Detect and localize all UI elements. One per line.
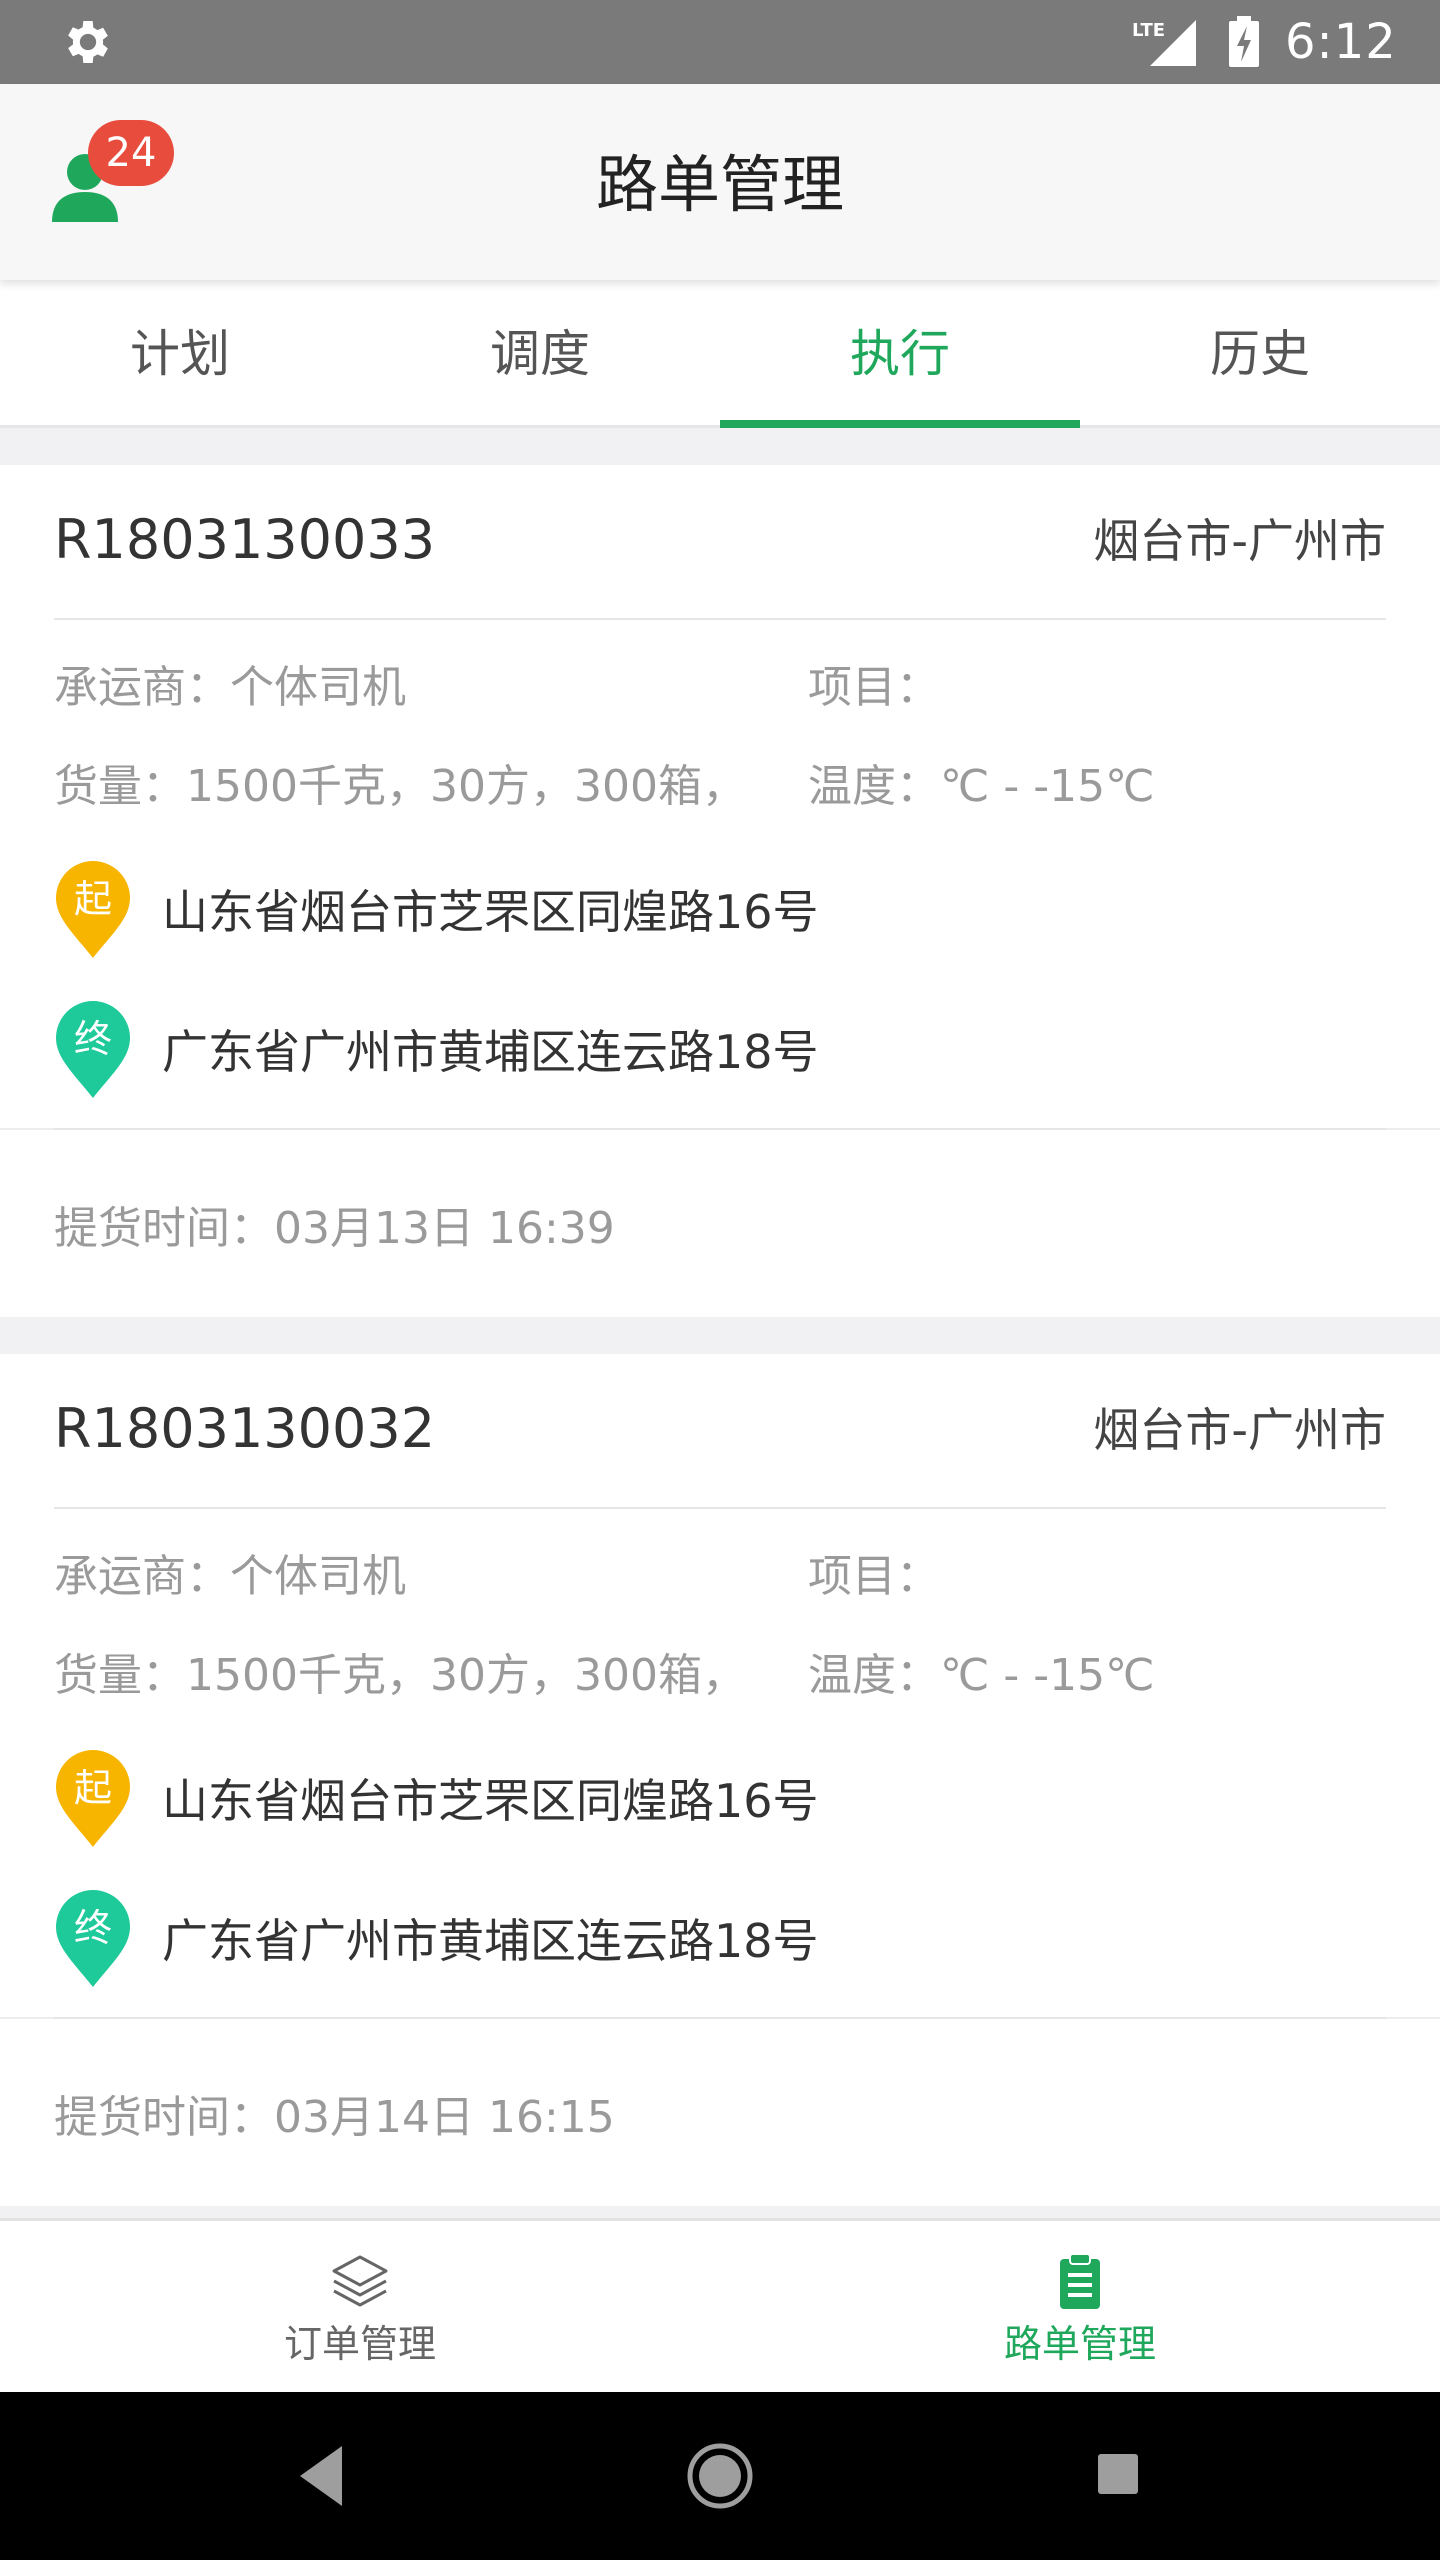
clipboard-icon: [1060, 2253, 1100, 2309]
end-address: 广东省广州市黄埔区连云路18号: [162, 1025, 819, 1079]
bottom-navigation: 订单管理 路单管理: [0, 2218, 1440, 2392]
tab-bar: 计划 调度 执行 历史: [0, 280, 1440, 428]
end-address: 广东省广州市黄埔区连云路18号: [162, 1914, 819, 1968]
tab-dispatch[interactable]: 调度: [360, 280, 720, 425]
app-bar: 24 路单管理: [0, 84, 1440, 280]
route-card[interactable]: R1803130033 烟台市-广州市 承运商：个体司机 项目： 货量：1500…: [0, 465, 1440, 1317]
start-marker-text: 起: [74, 877, 112, 921]
route-id: R1803130032: [54, 1397, 436, 1460]
status-bar: LTE 6:12: [0, 0, 1440, 84]
pickup-time: 提货时间：03月14日 16:15: [54, 2092, 615, 2143]
cargo-label: 货量：1500千克，30方，300箱，: [54, 1650, 746, 1701]
route-cities: 烟台市-广州市: [1093, 1403, 1386, 1457]
pickup-time: 提货时间：03月13日 16:39: [54, 1203, 615, 1254]
nav-route-management[interactable]: 路单管理: [720, 2221, 1440, 2395]
route-card[interactable]: R1803130032 烟台市-广州市 承运商：个体司机 项目： 货量：1500…: [0, 1354, 1440, 2206]
start-address: 山东省烟台市芝罘区同煌路16号: [162, 1774, 819, 1828]
tab-history[interactable]: 历史: [1080, 280, 1440, 425]
nav-route-management-label: 路单管理: [1003, 2322, 1156, 2366]
start-address: 山东省烟台市芝罘区同煌路16号: [162, 885, 819, 939]
tab-execute[interactable]: 执行: [720, 280, 1080, 428]
temperature-label: 温度：℃ - -15℃: [808, 761, 1155, 812]
end-marker-text: 终: [74, 1017, 112, 1061]
home-icon[interactable]: [686, 2436, 754, 2516]
lte-label: LTE: [1132, 20, 1165, 41]
lte-signal-icon: LTE: [1132, 20, 1196, 66]
end-pin-icon: 终: [56, 1890, 130, 1987]
system-navigation-bar: [0, 2392, 1440, 2560]
project-label: 项目：: [808, 1551, 940, 1602]
route-id: R1803130033: [54, 508, 436, 571]
start-marker-text: 起: [74, 1766, 112, 1810]
end-pin-icon: 终: [56, 1001, 130, 1098]
page-title: 路单管理: [595, 148, 844, 221]
divider: [54, 1507, 1386, 1509]
divider: [54, 618, 1386, 620]
battery-charging-icon: [1229, 16, 1259, 67]
route-cities: 烟台市-广州市: [1093, 514, 1386, 568]
cargo-label: 货量：1500千克，30方，300箱，: [54, 761, 746, 812]
nav-order-management[interactable]: 订单管理: [0, 2221, 720, 2395]
settings-gear-icon: [68, 21, 108, 63]
recents-icon[interactable]: [1096, 2446, 1140, 2506]
carrier-label: 承运商：个体司机: [54, 662, 406, 713]
end-marker-text: 终: [74, 1906, 112, 1950]
temperature-label: 温度：℃ - -15℃: [808, 1650, 1155, 1701]
start-pin-icon: 起: [56, 861, 130, 958]
tab-plan[interactable]: 计划: [0, 280, 360, 425]
layers-icon: [332, 2255, 388, 2307]
status-time: 6:12: [1285, 14, 1397, 70]
project-label: 项目：: [808, 662, 940, 713]
back-icon[interactable]: [290, 2440, 354, 2512]
start-pin-icon: 起: [56, 1750, 130, 1847]
divider: [0, 1128, 1440, 1130]
divider: [0, 2017, 1440, 2019]
nav-order-management-label: 订单管理: [283, 2322, 436, 2366]
carrier-label: 承运商：个体司机: [54, 1551, 406, 1602]
